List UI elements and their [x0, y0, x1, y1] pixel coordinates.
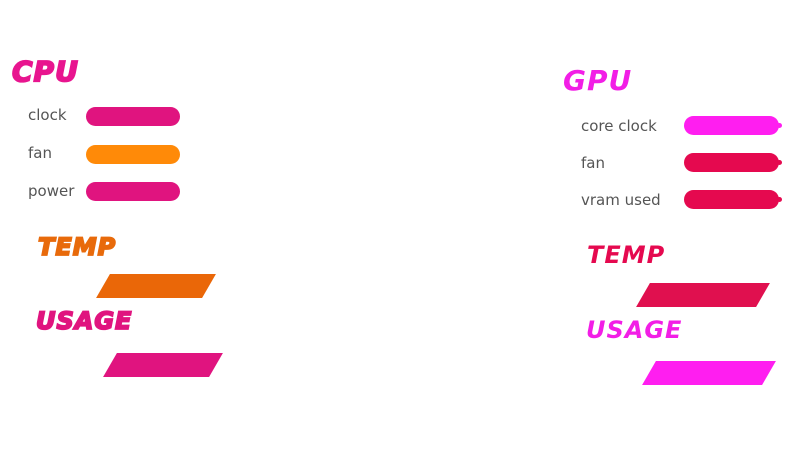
cpu-fan-label: fan — [28, 144, 52, 162]
cpu-fan-bar — [86, 145, 180, 164]
cpu-usage-bar — [103, 353, 223, 377]
cpu-panel: CPU clock fan power TEMP USAGE — [0, 0, 300, 470]
cpu-power-bar — [86, 182, 180, 201]
cpu-power-label: power — [28, 182, 75, 200]
gpu-vram-used-bar — [684, 190, 782, 209]
cpu-clock-label: clock — [28, 106, 67, 124]
cpu-usage-title: USAGE — [35, 307, 133, 335]
gpu-core-clock-label: core clock — [581, 117, 657, 135]
gpu-temp-title: TEMP — [587, 241, 666, 269]
gpu-usage-bar — [642, 361, 776, 385]
gpu-fan-label: fan — [581, 154, 605, 172]
gpu-temp-bar — [636, 283, 770, 307]
gpu-panel: GPU core clock fan vram used TEMP USAGE — [540, 0, 789, 470]
cpu-title: CPU — [11, 55, 79, 88]
gpu-vram-used-label: vram used — [581, 191, 661, 209]
cpu-temp-bar — [96, 274, 216, 298]
gpu-core-clock-bar — [684, 116, 782, 135]
cpu-clock-bar — [86, 107, 180, 126]
cpu-temp-title: TEMP — [37, 233, 117, 261]
gpu-title: GPU — [563, 64, 633, 97]
gpu-usage-title: USAGE — [586, 316, 683, 344]
gpu-fan-bar — [684, 153, 782, 172]
